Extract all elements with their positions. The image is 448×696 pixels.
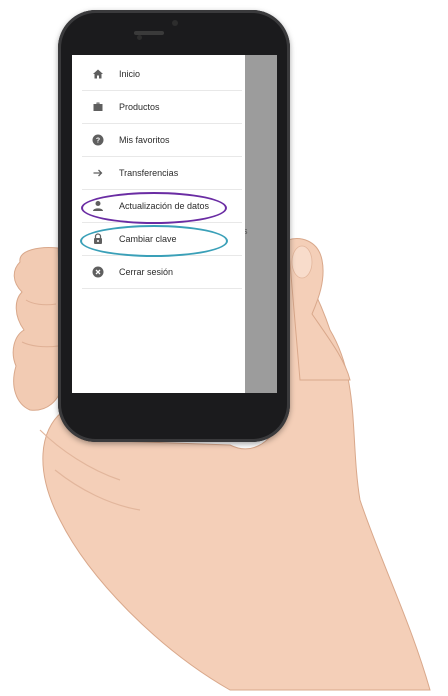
menu-label: Actualización de datos [119, 200, 210, 211]
menu-label: Cambiar clave [119, 233, 177, 244]
phone-camera [172, 20, 178, 26]
lock-icon [90, 231, 106, 247]
help-circle-icon: ? [90, 132, 106, 148]
menu-item-cambiar-clave[interactable]: Cambiar clave [82, 222, 242, 256]
menu-label: Productos [119, 101, 160, 112]
menu-label: Mis favoritos [119, 134, 170, 145]
briefcase-icon [90, 99, 106, 115]
arrow-right-icon [90, 165, 106, 181]
person-icon [90, 198, 106, 214]
navigation-drawer: Inicio Productos ? Mis favoritos Transfe… [72, 55, 245, 393]
hand-shape [12, 247, 65, 411]
menu-item-cerrar-sesion[interactable]: Cerrar sesión [82, 255, 242, 289]
svg-text:?: ? [96, 137, 100, 144]
menu-item-actualizacion-de-datos[interactable]: Actualización de datos [82, 189, 242, 223]
menu-label: Inicio [119, 68, 141, 79]
close-circle-icon [90, 264, 106, 280]
menu-item-mis-favoritos[interactable]: ? Mis favoritos [82, 123, 242, 157]
menu-label: Cerrar sesión [119, 266, 174, 277]
menu-item-transferencias[interactable]: Transferencias [82, 156, 242, 190]
home-icon [90, 66, 106, 82]
menu-label: Transferencias [119, 167, 179, 178]
menu-item-productos[interactable]: Productos [82, 90, 242, 124]
menu-item-inicio[interactable]: Inicio [82, 57, 242, 91]
phone-sensor [137, 35, 142, 40]
